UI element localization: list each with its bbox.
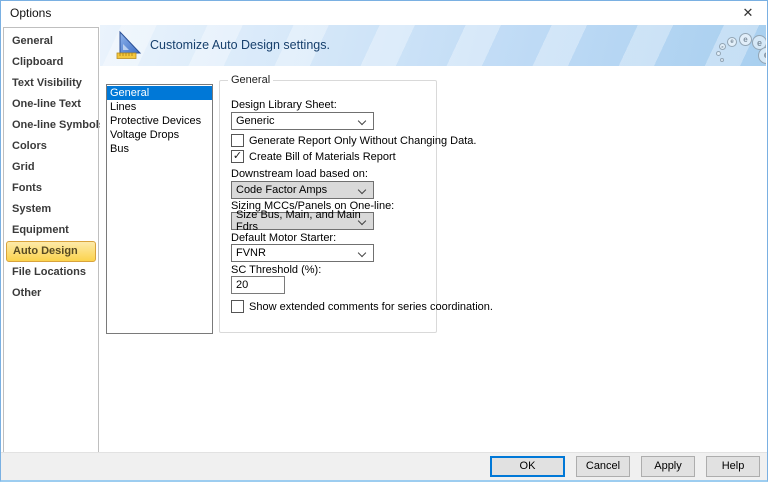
sidebar-item-general[interactable]: General: [4, 31, 98, 52]
list-item-general[interactable]: General: [107, 86, 212, 100]
downstream-load-select[interactable]: Code Factor Amps: [231, 181, 374, 199]
list-item-bus[interactable]: Bus: [107, 142, 212, 156]
chevron-down-icon: [358, 117, 366, 125]
generate-report-only-label: Generate Report Only Without Changing Da…: [249, 135, 476, 147]
chevron-down-icon: [358, 186, 366, 194]
general-groupbox: General Design Library Sheet: Generic Ge…: [219, 80, 437, 333]
window-title: Options: [10, 1, 51, 25]
default-motor-starter-value: FVNR: [236, 247, 266, 259]
sidebar-item-file-locations[interactable]: File Locations: [4, 262, 98, 283]
checkbox-checked-icon[interactable]: [231, 150, 244, 163]
sc-threshold-input[interactable]: [231, 276, 285, 294]
sidebar-item-one-line-text[interactable]: One-line Text: [4, 94, 98, 115]
downstream-load-label: Downstream load based on:: [231, 168, 368, 180]
sidebar-item-text-visibility[interactable]: Text Visibility: [4, 73, 98, 94]
checkbox-unchecked-icon[interactable]: [231, 300, 244, 313]
options-dialog: Options ✕ General Clipboard Text Visibil…: [0, 0, 768, 482]
sidebar-item-system[interactable]: System: [4, 199, 98, 220]
list-item-voltage-drops[interactable]: Voltage Drops: [107, 128, 212, 142]
banner-caption: Customize Auto Design settings.: [150, 38, 330, 52]
ok-button[interactable]: OK: [490, 456, 565, 477]
sidebar-item-auto-design[interactable]: Auto Design: [6, 241, 96, 262]
downstream-load-value: Code Factor Amps: [236, 184, 327, 196]
e-bubble-icon: e: [719, 43, 726, 50]
sidebar-item-grid[interactable]: Grid: [4, 157, 98, 178]
generate-report-only-checkbox[interactable]: Generate Report Only Without Changing Da…: [231, 134, 476, 147]
sizing-mccs-value: Size Bus, Main, and Main Fdrs: [236, 209, 373, 233]
checkbox-unchecked-icon[interactable]: [231, 134, 244, 147]
default-motor-starter-select[interactable]: FVNR: [231, 244, 374, 262]
design-library-sheet-select[interactable]: Generic: [231, 112, 374, 130]
list-item-lines[interactable]: Lines: [107, 100, 212, 114]
help-button[interactable]: Help: [706, 456, 760, 477]
e-bubble-icon: [720, 58, 724, 62]
design-library-sheet-label: Design Library Sheet:: [231, 99, 337, 111]
titlebar: Options ✕: [1, 1, 767, 25]
groupbox-title: General: [228, 74, 273, 86]
sidebar-item-one-line-symbols[interactable]: One-line Symbols: [4, 115, 98, 136]
sidebar-item-fonts[interactable]: Fonts: [4, 178, 98, 199]
show-extended-comments-label: Show extended comments for series coordi…: [249, 301, 493, 313]
e-bubble-icon: e: [727, 37, 737, 47]
category-sidebar: General Clipboard Text Visibility One-li…: [3, 27, 99, 454]
sidebar-item-clipboard[interactable]: Clipboard: [4, 52, 98, 73]
sidebar-item-colors[interactable]: Colors: [4, 136, 98, 157]
e-bubble-icon: e: [758, 47, 766, 64]
sizing-mccs-select[interactable]: Size Bus, Main, and Main Fdrs: [231, 212, 374, 230]
chevron-down-icon: [358, 249, 366, 257]
create-bom-checkbox[interactable]: Create Bill of Materials Report: [231, 150, 396, 163]
banner: Customize Auto Design settings. e e e e …: [100, 25, 766, 66]
e-bubble-icon: [716, 51, 721, 56]
show-extended-comments-checkbox[interactable]: Show extended comments for series coordi…: [231, 300, 493, 313]
sidebar-item-equipment[interactable]: Equipment: [4, 220, 98, 241]
auto-design-panel: General Lines Protective Devices Voltage…: [100, 66, 766, 451]
sc-threshold-label: SC Threshold (%):: [231, 264, 321, 276]
auto-design-section-list[interactable]: General Lines Protective Devices Voltage…: [106, 84, 213, 334]
apply-button[interactable]: Apply: [641, 456, 695, 477]
list-item-protective-devices[interactable]: Protective Devices: [107, 114, 212, 128]
default-motor-starter-label: Default Motor Starter:: [231, 232, 336, 244]
create-bom-label: Create Bill of Materials Report: [249, 151, 396, 163]
footer-button-bar: OK Cancel Apply Help: [1, 452, 767, 480]
design-library-sheet-value: Generic: [236, 115, 275, 127]
cancel-button[interactable]: Cancel: [576, 456, 630, 477]
drafting-triangle-ruler-icon: [114, 30, 144, 62]
close-icon[interactable]: ✕: [731, 1, 765, 25]
sidebar-item-other[interactable]: Other: [4, 283, 98, 304]
e-bubble-icon: e: [739, 33, 752, 46]
